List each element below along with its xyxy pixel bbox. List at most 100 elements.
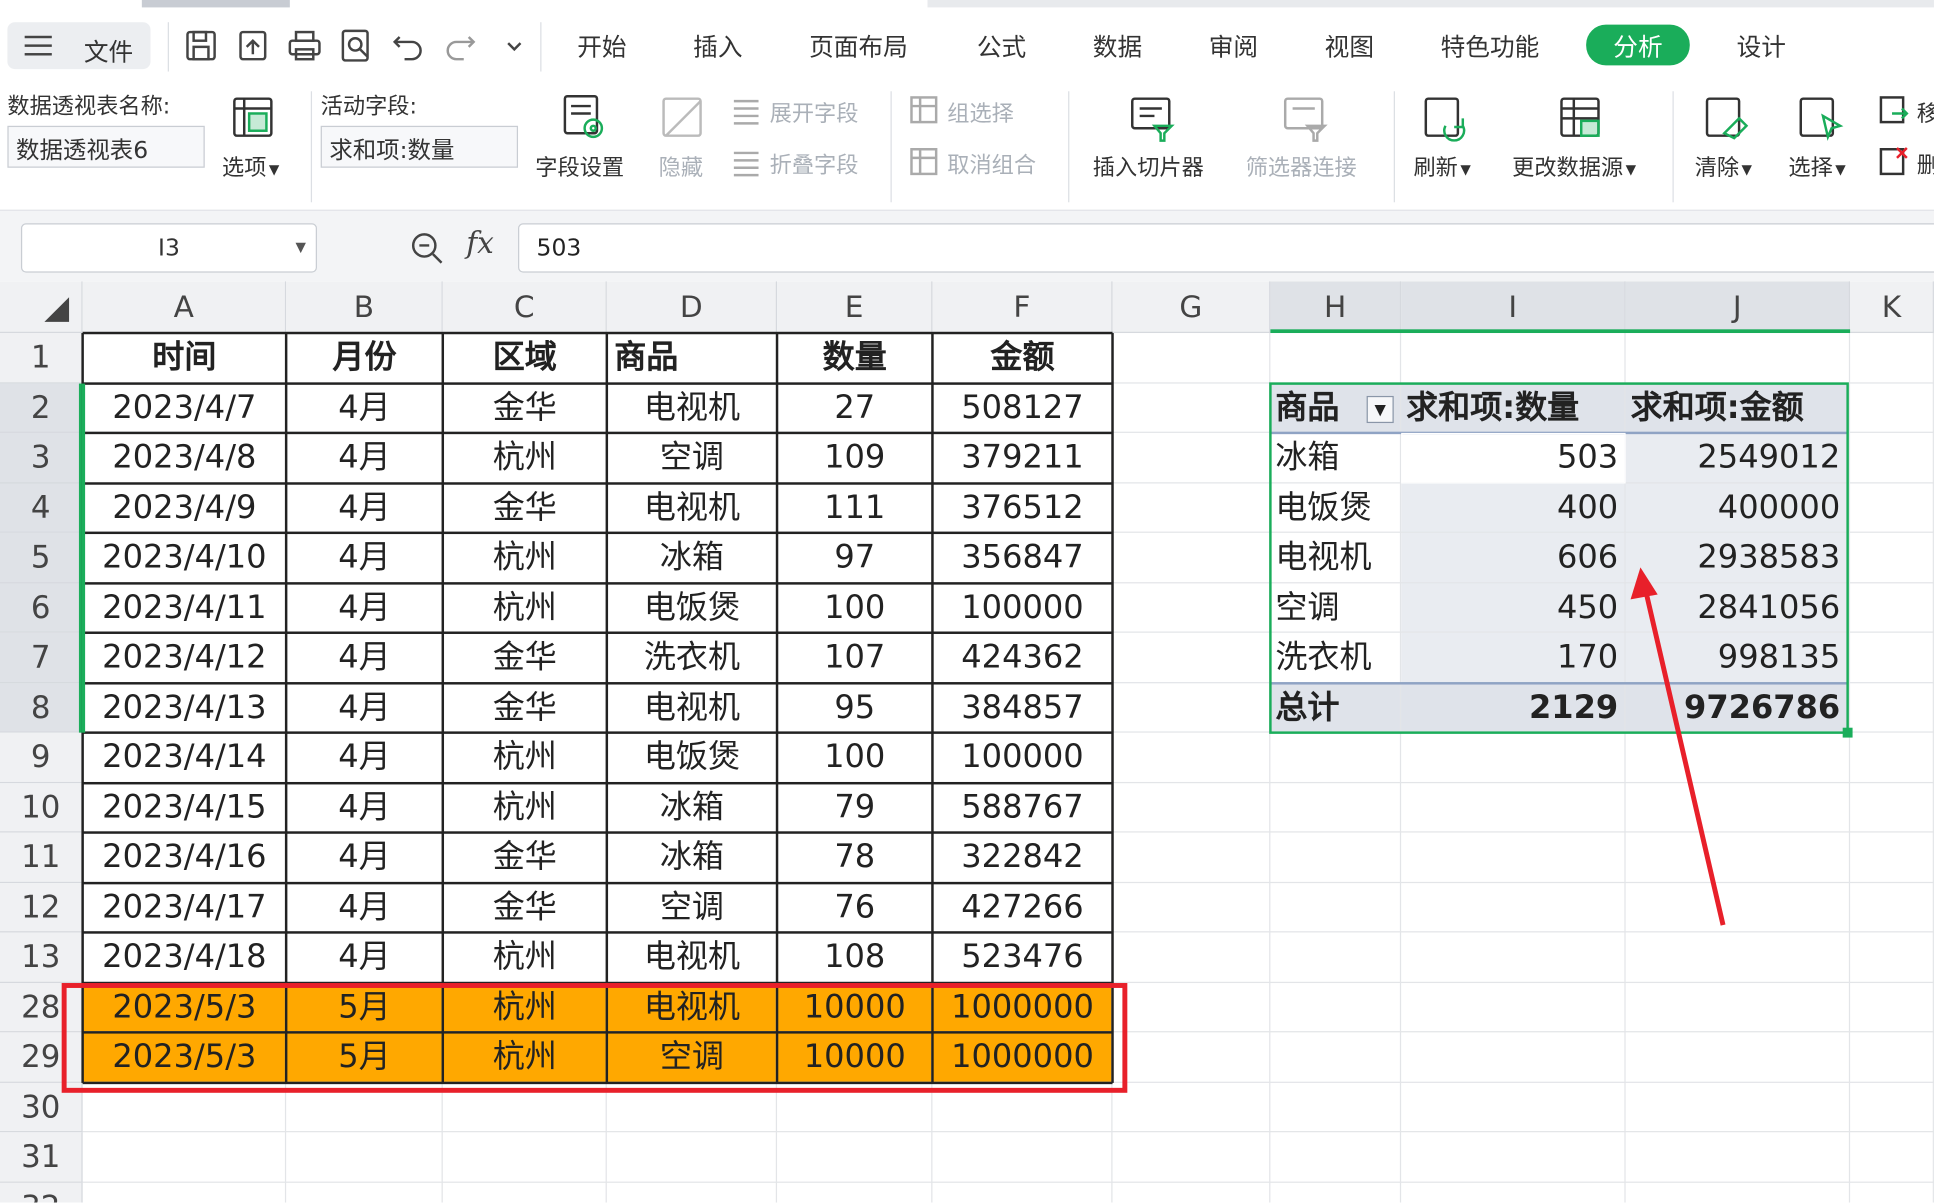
table-cell[interactable]: 2023/4/9 <box>83 483 287 533</box>
column-header-a[interactable]: A <box>82 281 287 334</box>
table-cell[interactable]: 27 <box>777 383 932 433</box>
table-cell[interactable]: 4月 <box>286 383 443 433</box>
row-header[interactable]: 5 <box>0 532 83 583</box>
table-cell[interactable]: 2023/4/12 <box>83 633 287 683</box>
table-cell[interactable]: 95 <box>777 683 932 733</box>
table-cell[interactable]: 356847 <box>932 533 1112 583</box>
table-cell[interactable]: 4月 <box>286 433 443 483</box>
formula-input[interactable]: 503 <box>518 223 1934 273</box>
row-header[interactable]: 7 <box>0 632 83 683</box>
export-pdf-icon[interactable] <box>234 27 271 64</box>
table-cell[interactable]: 4月 <box>286 583 443 633</box>
filter-connection-button[interactable]: 筛选器连接 <box>1246 150 1357 182</box>
column-header-j[interactable]: J <box>1625 281 1851 334</box>
name-box[interactable]: I3 ▼ <box>20 223 317 273</box>
row-header[interactable]: 10 <box>0 782 83 833</box>
table-cell[interactable]: 588767 <box>932 783 1112 833</box>
table-cell[interactable]: 杭州 <box>443 982 607 1032</box>
table-cell[interactable]: 2023/4/17 <box>83 882 287 932</box>
table-cell[interactable]: 电视机 <box>607 383 777 433</box>
table-cell[interactable]: 电饭煲 <box>607 733 777 783</box>
table-cell[interactable]: 金华 <box>443 683 607 733</box>
table-cell[interactable]: 379211 <box>932 433 1112 483</box>
save-icon[interactable] <box>183 27 220 64</box>
tab-view[interactable]: 视图 <box>1325 27 1374 63</box>
table-cell[interactable]: 322842 <box>932 833 1112 883</box>
table-cell[interactable]: 冰箱 <box>607 533 777 583</box>
table-cell[interactable]: 冰箱 <box>607 833 777 883</box>
table-cell[interactable]: 111 <box>777 483 932 533</box>
table-cell[interactable]: 100 <box>777 733 932 783</box>
tab-formulas[interactable]: 公式 <box>977 27 1026 63</box>
column-header-k[interactable]: K <box>1850 281 1934 334</box>
table-cell[interactable]: 79 <box>777 783 932 833</box>
table-cell[interactable]: 4月 <box>286 733 443 783</box>
tab-review[interactable]: 审阅 <box>1209 27 1258 63</box>
column-header-c[interactable]: C <box>442 281 607 334</box>
file-menu-button[interactable]: 文件 <box>7 22 151 70</box>
column-header-e[interactable]: E <box>777 281 933 334</box>
table-header-cell[interactable]: 时间 <box>83 333 287 383</box>
table-cell[interactable]: 4月 <box>286 633 443 683</box>
table-cell[interactable]: 4月 <box>286 783 443 833</box>
row-header[interactable]: 32 <box>0 1182 83 1203</box>
row-header[interactable]: 6 <box>0 582 83 633</box>
row-header[interactable]: 31 <box>0 1132 83 1183</box>
select-all-corner[interactable] <box>0 281 83 334</box>
redo-icon[interactable] <box>442 27 479 64</box>
table-cell[interactable]: 杭州 <box>443 433 607 483</box>
table-cell[interactable]: 100 <box>777 583 932 633</box>
tab-insert[interactable]: 插入 <box>693 27 742 63</box>
table-header-cell[interactable]: 月份 <box>286 333 443 383</box>
table-cell[interactable]: 2023/4/10 <box>83 533 287 583</box>
table-cell[interactable]: 2023/5/3 <box>83 982 287 1032</box>
hide-button[interactable]: 隐藏 <box>659 150 703 182</box>
refresh-button[interactable]: 刷新 ▼ <box>1413 150 1470 182</box>
table-cell[interactable]: 107 <box>777 633 932 683</box>
table-cell[interactable]: 金华 <box>443 882 607 932</box>
select-button[interactable]: 选择 ▼ <box>1788 150 1845 182</box>
table-cell[interactable]: 78 <box>777 833 932 883</box>
options-button[interactable]: 选项 ▼ <box>222 150 279 182</box>
tab-analyze[interactable]: 分析 <box>1586 24 1690 66</box>
table-cell[interactable]: 1000000 <box>932 982 1112 1032</box>
table-cell[interactable]: 2023/4/15 <box>83 783 287 833</box>
tab-data[interactable]: 数据 <box>1093 27 1142 63</box>
row-header[interactable]: 4 <box>0 482 83 533</box>
table-cell[interactable]: 4月 <box>286 932 443 982</box>
table-cell[interactable]: 金华 <box>443 383 607 433</box>
tab-page-layout[interactable]: 页面布局 <box>809 27 908 63</box>
row-header[interactable]: 13 <box>0 932 83 983</box>
table-cell[interactable]: 空调 <box>607 882 777 932</box>
table-header-cell[interactable]: 商品 <box>607 333 777 383</box>
table-cell[interactable]: 508127 <box>932 383 1112 433</box>
column-header-f[interactable]: F <box>932 281 1113 334</box>
table-cell[interactable]: 杭州 <box>443 932 607 982</box>
collapse-field-button[interactable]: 折叠字段 <box>770 148 859 180</box>
column-header-i[interactable]: I <box>1401 281 1626 334</box>
row-header[interactable]: 12 <box>0 882 83 933</box>
table-cell[interactable]: 4月 <box>286 833 443 883</box>
table-cell[interactable]: 电视机 <box>607 982 777 1032</box>
zoom-icon[interactable] <box>409 231 444 266</box>
table-cell[interactable]: 2023/4/14 <box>83 733 287 783</box>
table-cell[interactable]: 1000000 <box>932 1032 1112 1082</box>
expand-field-button[interactable]: 展开字段 <box>770 96 859 128</box>
tab-design[interactable]: 设计 <box>1737 27 1786 63</box>
table-header-cell[interactable]: 数量 <box>777 333 932 383</box>
row-header[interactable]: 29 <box>0 1032 83 1083</box>
table-cell[interactable]: 电视机 <box>607 483 777 533</box>
table-cell[interactable]: 4月 <box>286 683 443 733</box>
tab-special-features[interactable]: 特色功能 <box>1441 27 1540 63</box>
table-cell[interactable]: 2023/4/8 <box>83 433 287 483</box>
active-field-input[interactable]: 求和项:数量 <box>320 125 519 168</box>
table-cell[interactable]: 523476 <box>932 932 1112 982</box>
table-cell[interactable]: 冰箱 <box>607 783 777 833</box>
table-cell[interactable]: 376512 <box>932 483 1112 533</box>
table-cell[interactable]: 100000 <box>932 733 1112 783</box>
row-header[interactable]: 28 <box>0 982 83 1033</box>
table-cell[interactable]: 108 <box>777 932 932 982</box>
quick-access-more-icon[interactable] <box>496 27 522 64</box>
table-cell[interactable]: 76 <box>777 882 932 932</box>
print-icon[interactable] <box>286 27 323 64</box>
